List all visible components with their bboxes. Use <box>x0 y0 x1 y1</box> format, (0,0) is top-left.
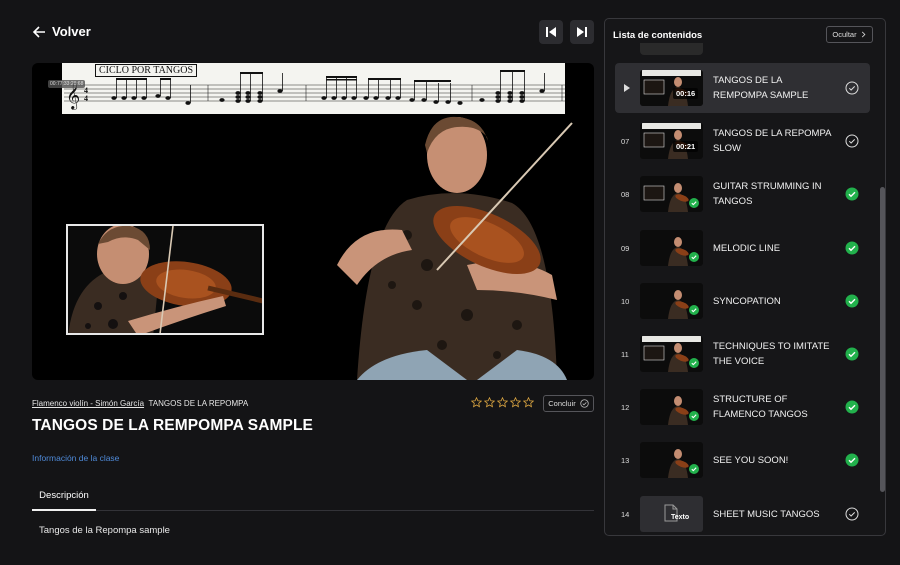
tab-description[interactable]: Descripción <box>32 482 96 511</box>
duration-badge: 00:21 <box>673 141 699 152</box>
page-title: TANGOS DE LA REMPOMPA SAMPLE <box>32 417 313 434</box>
breadcrumb: Flamenco violín - Simón García TANGOS DE… <box>32 399 248 408</box>
item-number: 09 <box>621 243 630 253</box>
star-icon[interactable] <box>484 397 495 408</box>
arrow-left-icon <box>32 25 45 38</box>
list-item[interactable]: 09 MELODIC LINE <box>615 223 870 273</box>
item-title: GUITAR STRUMMING IN TANGOS <box>713 181 822 207</box>
completed-check-icon <box>689 198 699 208</box>
item-thumbnail <box>640 336 703 372</box>
previous-item-thumbnail[interactable] <box>640 43 703 55</box>
star-icon[interactable] <box>510 397 521 408</box>
item-title: SYNCOPATION <box>713 295 781 307</box>
item-thumbnail: 00:16 <box>640 70 703 106</box>
complete-button[interactable]: Concluir <box>543 395 594 412</box>
item-thumbnail: Texto <box>640 496 703 532</box>
closeup-violin-graphic <box>68 226 262 333</box>
list-item[interactable]: 10 SYNCOPATION <box>615 276 870 326</box>
scrollbar[interactable] <box>880 187 885 492</box>
content-list-title: Lista de contenidos <box>613 30 703 41</box>
star-icon[interactable] <box>471 397 482 408</box>
list-item[interactable]: 07 00:21 TANGOS DE LA REPOMPA SLOW <box>615 116 870 166</box>
item-title: TANGOS DE LA REMPOMPA SAMPLE <box>713 75 809 101</box>
completed-check-icon <box>845 294 859 308</box>
item-number: 12 <box>621 402 630 412</box>
check-circle-icon <box>580 399 589 408</box>
list-item[interactable]: 14 Texto SHEET MUSIC TANGOS <box>615 489 870 535</box>
hide-panel-button[interactable]: Ocultar <box>826 26 873 43</box>
completed-check-icon <box>689 464 699 474</box>
list-item[interactable]: 11 TECHNIQUES TO IMITATE THE VOICE <box>615 329 870 379</box>
skip-forward-icon <box>577 27 587 37</box>
back-label: Volver <box>52 24 91 39</box>
item-thumbnail <box>640 176 703 212</box>
complete-label: Concluir <box>548 399 576 408</box>
item-number: 10 <box>621 296 630 306</box>
content-list: 00:16 TANGOS DE LA REMPOMPA SAMPLE 07 00:21… <box>605 43 885 535</box>
item-thumbnail <box>640 283 703 319</box>
item-title: TANGOS DE LA REPOMPA SLOW <box>713 128 831 154</box>
item-title: STRUCTURE OF FLAMENCO TANGOS <box>713 394 808 420</box>
sheet-title: CICLO POR TANGOS <box>95 64 198 77</box>
svg-text:4: 4 <box>84 94 88 103</box>
next-lesson-button[interactable] <box>570 20 594 44</box>
list-item[interactable]: 00:16 TANGOS DE LA REMPOMPA SAMPLE <box>615 63 870 113</box>
video-timestamp: 00:77:33:28:68 <box>48 80 86 88</box>
item-thumbnail <box>640 389 703 425</box>
class-info-link[interactable]: Información de la clase <box>32 453 119 463</box>
list-item[interactable]: 12 STRUCTURE OF FLAMENCO TANGOS <box>615 382 870 432</box>
video-player[interactable]: 𝄞 4 4 CICLO POR TANGOS 00:77:33:28:68 <box>32 63 594 380</box>
completed-check-icon <box>845 347 859 361</box>
hide-label: Ocultar <box>832 30 857 39</box>
item-title: SEE YOU SOON! <box>713 454 789 466</box>
star-icon[interactable] <box>497 397 508 408</box>
chevron-right-icon <box>861 31 866 38</box>
skip-back-icon <box>546 27 556 37</box>
completed-check-icon <box>845 400 859 414</box>
previous-lesson-button[interactable] <box>539 20 563 44</box>
list-item[interactable]: 08 GUITAR STRUMMING IN TANGOS <box>615 169 870 219</box>
item-number: 07 <box>621 136 630 146</box>
completed-check-icon <box>689 252 699 262</box>
completed-check-icon <box>845 241 859 255</box>
item-title: MELODIC LINE <box>713 242 781 254</box>
module-name: TANGOS DE LA REPOMPA <box>148 399 249 408</box>
sheet-music-overlay: 𝄞 4 4 CICLO POR TANGOS <box>62 63 565 114</box>
item-number: 08 <box>621 189 630 199</box>
duration-badge: 00:16 <box>673 88 699 99</box>
item-thumbnail: 00:21 <box>640 123 703 159</box>
incomplete-check-icon[interactable] <box>845 81 859 95</box>
item-title: SHEET MUSIC TANGOS <box>713 508 820 520</box>
completed-check-icon <box>689 305 699 315</box>
list-item[interactable]: 13 SEE YOU SOON! <box>615 435 870 485</box>
now-playing-icon <box>624 84 630 92</box>
rating-stars[interactable] <box>471 397 534 408</box>
back-button[interactable]: Volver <box>32 24 91 39</box>
incomplete-check-icon[interactable] <box>845 134 859 148</box>
item-thumbnail <box>640 442 703 478</box>
tab-bar: Descripción <box>32 482 594 511</box>
item-number: 14 <box>621 509 630 519</box>
star-icon[interactable] <box>523 397 534 408</box>
incomplete-check-icon[interactable] <box>845 507 859 521</box>
completed-check-icon <box>689 411 699 421</box>
content-list-panel: Lista de contenidos Ocultar 00:16 TANGOS … <box>604 18 886 536</box>
completed-check-icon <box>845 187 859 201</box>
violinist-figure <box>337 116 573 380</box>
course-link[interactable]: Flamenco violín - Simón García <box>32 399 144 408</box>
item-title: TECHNIQUES TO IMITATE THE VOICE <box>713 341 830 367</box>
picture-in-picture-view <box>66 224 264 335</box>
thumbnail-label: Texto <box>671 514 690 521</box>
completed-check-icon <box>845 453 859 467</box>
completed-check-icon <box>689 358 699 368</box>
description-text: Tangos de la Repompa sample <box>39 525 170 536</box>
item-thumbnail <box>640 230 703 266</box>
item-number: 11 <box>621 349 629 359</box>
item-number: 13 <box>621 455 630 465</box>
